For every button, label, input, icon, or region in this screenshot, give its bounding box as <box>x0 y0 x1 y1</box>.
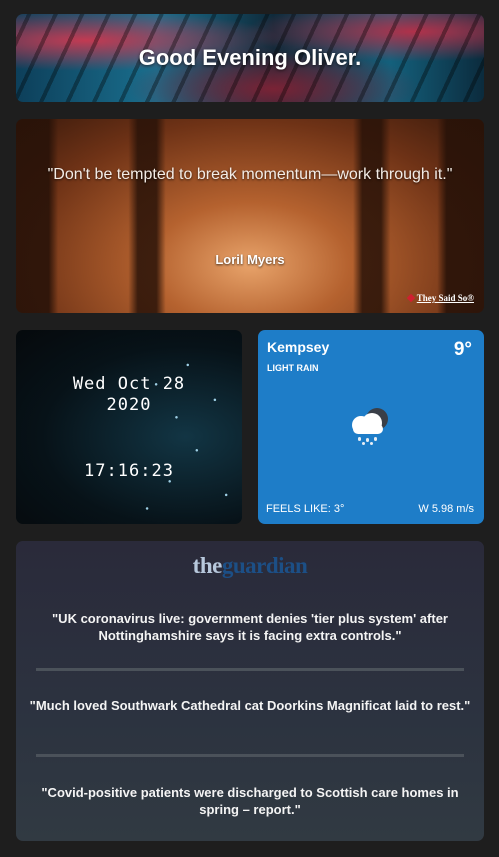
news-card: theguardian "UK coronavirus live: govern… <box>16 541 484 841</box>
weather-condition: LIGHT RAIN <box>267 363 319 373</box>
news-divider <box>36 754 464 757</box>
quote-credit-link[interactable]: They Said So® <box>406 293 474 303</box>
cloud-rain-icon <box>352 408 388 445</box>
quote-text: "Don't be tempted to break momentum—work… <box>47 166 453 183</box>
weather-location: Kempsey <box>267 339 330 355</box>
logo-the: the <box>192 553 223 578</box>
news-divider <box>36 668 464 671</box>
clock-card: Wed Oct 28 2020 17:16:23 <box>16 330 242 524</box>
quote-author: Loril Myers <box>215 252 285 267</box>
weather-temperature: 9° <box>453 339 472 360</box>
weather-card: Kempsey 9° LIGHT RAIN FEELS LIKE: 3° W 5… <box>258 330 484 524</box>
weather-feels-like: FEELS LIKE: 3° <box>266 503 345 515</box>
clock-date: Wed Oct 28 2020 <box>16 374 242 416</box>
clock-year-line: 2020 <box>106 395 152 415</box>
clock-time: 17:16:23 <box>84 461 174 481</box>
quote-credit-label: They Said So® <box>416 293 474 303</box>
logo-guardian: guardian <box>221 553 308 578</box>
greeting-title: Good Evening Oliver. <box>138 45 362 70</box>
news-item-3[interactable]: "Covid-positive patients were discharged… <box>26 784 474 818</box>
clock-date-line: Wed Oct 28 <box>72 374 186 394</box>
quote-card: "Don't be tempted to break momentum—work… <box>16 119 484 313</box>
weather-wind: W 5.98 m/s <box>418 503 474 515</box>
news-item-1[interactable]: "UK coronavirus live: government denies … <box>26 610 474 644</box>
credit-logo-icon <box>406 293 415 303</box>
greeting-card: Good Evening Oliver. <box>16 14 484 102</box>
news-item-2[interactable]: "Much loved Southwark Cathedral cat Door… <box>26 697 474 714</box>
guardian-logo[interactable]: theguardian <box>16 553 484 579</box>
